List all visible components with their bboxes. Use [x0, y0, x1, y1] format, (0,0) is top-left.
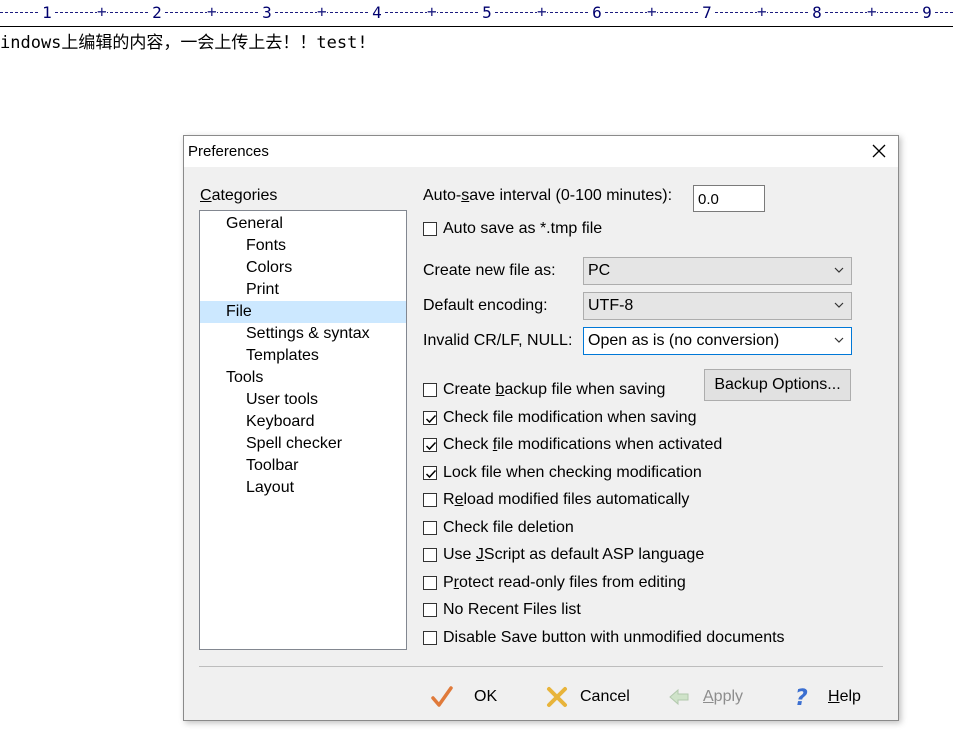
ruler-tick: + — [647, 2, 657, 21]
autosave-interval-input[interactable]: 0.0 — [693, 185, 765, 212]
tree-item[interactable]: Colors — [246, 257, 292, 279]
ruler-number: 9 — [920, 3, 934, 22]
chevron-down-icon — [834, 267, 844, 273]
tree-item[interactable]: Spell checker — [246, 433, 342, 455]
checkbox-box[interactable] — [423, 603, 437, 617]
invalid-crlf-select[interactable]: Open as is (no conversion) — [583, 327, 852, 355]
footer-divider — [199, 666, 883, 667]
ruler-tick: + — [427, 2, 437, 21]
ruler-number: 6 — [590, 3, 604, 22]
help-question-icon: ? — [795, 686, 808, 709]
help-button[interactable]: ? Help — [791, 679, 881, 715]
tree-item[interactable]: Templates — [246, 345, 319, 367]
checkbox-box[interactable] — [423, 383, 437, 397]
ruler-number: 7 — [700, 3, 714, 22]
preferences-dialog: Preferences Categories General Fonts Color… — [183, 135, 899, 721]
checkbox-box[interactable] — [423, 631, 437, 645]
ruler-tick: + — [207, 2, 217, 21]
backup-options-button[interactable]: Backup Options... — [704, 369, 851, 401]
checkbox-box[interactable] — [423, 222, 437, 236]
chevron-down-icon — [834, 302, 844, 308]
new-file-format-select[interactable]: PC — [583, 257, 852, 285]
cancel-button[interactable]: Cancel — [545, 679, 635, 715]
cancel-x-icon — [547, 687, 567, 707]
ruler-number: 3 — [260, 3, 274, 22]
new-file-label: Create new file as: — [423, 262, 556, 279]
svg-text:?: ? — [795, 686, 808, 709]
ruler-number: 5 — [480, 3, 494, 22]
ok-button[interactable]: OK — [430, 679, 502, 715]
checkbox-box[interactable] — [423, 493, 437, 507]
ruler-number: 4 — [370, 3, 384, 22]
column-ruler: 1 +2 +3 +4 +5 +6 +7 +8 +9 — [0, 0, 953, 27]
ruler-tick: + — [757, 2, 767, 21]
chevron-down-icon — [834, 337, 844, 343]
ruler-tick: + — [97, 2, 107, 21]
default-encoding-select[interactable]: UTF-8 — [583, 292, 852, 320]
tree-item[interactable]: Toolbar — [246, 455, 298, 477]
dialog-title: Preferences — [188, 143, 269, 160]
ruler-number: 1 — [40, 3, 54, 22]
back-arrow-icon — [669, 688, 689, 706]
dialog-titlebar[interactable]: Preferences — [184, 136, 898, 167]
tree-item[interactable]: User tools — [246, 389, 318, 411]
tree-item[interactable]: File — [200, 301, 406, 323]
close-icon[interactable] — [866, 140, 892, 162]
checkbox-box[interactable] — [423, 438, 437, 452]
tree-item[interactable]: Settings & syntax — [246, 323, 370, 345]
categories-label: Categories — [200, 187, 278, 204]
checkbox-box[interactable] — [423, 466, 437, 480]
tree-item[interactable]: General — [226, 213, 283, 235]
tree-item[interactable]: Tools — [226, 367, 263, 389]
autosave-label: Auto-save interval (0-100 minutes): — [423, 187, 673, 204]
crlf-label: Invalid CR/LF, NULL: — [423, 332, 573, 349]
ruler-number: 8 — [810, 3, 824, 22]
apply-button[interactable]: Apply — [667, 679, 757, 715]
ruler-number: 2 — [150, 3, 164, 22]
tree-item[interactable]: Layout — [246, 477, 294, 499]
ruler-tick: + — [317, 2, 327, 21]
encoding-label: Default encoding: — [423, 297, 548, 314]
categories-tree[interactable]: General Fonts Colors Print File Settings & sy… — [199, 210, 407, 650]
ruler-tick: + — [867, 2, 877, 21]
checkbox-box[interactable] — [423, 548, 437, 562]
tree-item[interactable]: Keyboard — [246, 411, 315, 433]
checkmark-icon — [431, 686, 453, 707]
checkbox-box[interactable] — [423, 521, 437, 535]
checkbox-box[interactable] — [423, 576, 437, 590]
tree-item[interactable]: Print — [246, 279, 279, 301]
tree-item[interactable]: Fonts — [246, 235, 286, 257]
ruler-tick: + — [537, 2, 547, 21]
checkbox-box[interactable] — [423, 411, 437, 425]
editor-text-line[interactable]: indows上编辑的内容，一会上传上去！！test! — [0, 28, 368, 53]
